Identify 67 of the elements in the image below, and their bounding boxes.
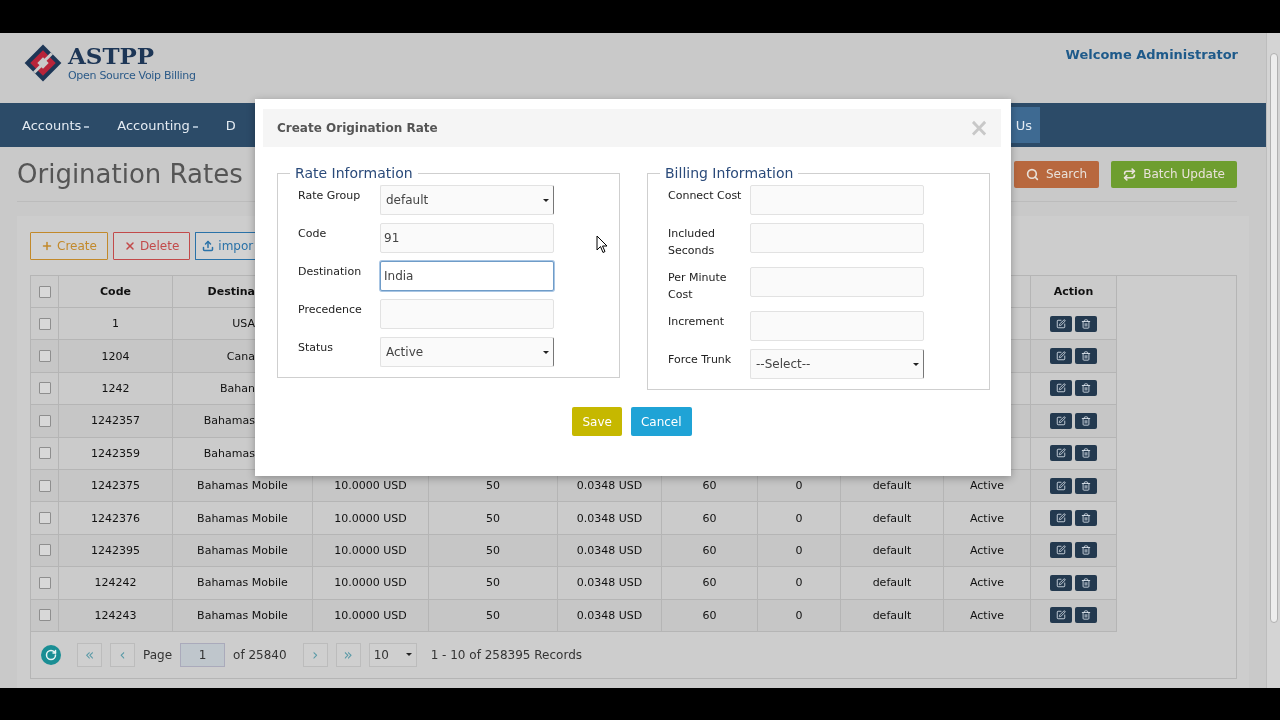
field-label: Per Minute Cost	[668, 270, 728, 303]
field-label: Connect Cost	[668, 188, 743, 204]
field-label: Rate Group	[298, 188, 362, 204]
table-cell: 0	[758, 502, 841, 535]
table-cell: 10.0000 USD	[313, 502, 429, 535]
table-cell: Bahamas Mobile	[173, 502, 313, 535]
section-legend: Rate Information	[290, 165, 418, 181]
last-page-button[interactable]: »	[335, 642, 361, 667]
input-field[interactable]: 91	[380, 223, 554, 253]
create-button[interactable]: Create	[30, 232, 108, 260]
field-label: Increment	[668, 314, 726, 330]
records-summary: 1 - 10 of 258395 Records	[430, 647, 583, 662]
table-cell: Bahamas Mobile	[173, 567, 313, 600]
table-cell: 60	[662, 599, 758, 632]
table-cell: 0.0348 USD	[558, 599, 662, 632]
table-cell: 1204	[59, 340, 173, 373]
table-cell: 50	[429, 599, 558, 632]
table-cell: default	[841, 502, 944, 535]
delete-button[interactable]: Delete	[112, 232, 191, 260]
table-cell: default	[841, 567, 944, 600]
table-cell: 1242357	[59, 405, 173, 438]
select-field[interactable]: Active	[380, 337, 554, 367]
table-cell: Active	[944, 502, 1031, 535]
first-page-button[interactable]: «	[77, 642, 102, 667]
table-cell: 50	[429, 502, 558, 535]
page-count: of 25840	[233, 647, 287, 662]
table-cell: 60	[662, 502, 758, 535]
field-label: Force Trunk	[668, 352, 733, 368]
select-field[interactable]: default	[380, 185, 554, 215]
table-cell: 124243	[59, 599, 173, 632]
table-cell: 1242359	[59, 437, 173, 470]
table-cell: 0	[758, 567, 841, 600]
batch-update-button[interactable]: Batch Update	[1111, 160, 1237, 188]
table-cell: 0	[758, 599, 841, 632]
save-button[interactable]: Save	[572, 407, 622, 436]
table-cell: 50	[429, 567, 558, 600]
table-cell: 10.0000 USD	[313, 599, 429, 632]
logo-name: ASTPP	[68, 43, 156, 69]
field-label: Code	[298, 226, 328, 242]
page-label: Page	[143, 647, 173, 662]
table-cell: 60	[662, 567, 758, 600]
previous-page-button[interactable]: ‹	[110, 642, 135, 667]
table-cell: 0.0348 USD	[558, 567, 662, 600]
table-cell: 10.0000 USD	[313, 567, 429, 600]
nav-item[interactable]: D	[211, 103, 250, 147]
page-title: Origination Rates	[17, 159, 243, 189]
dialog-title: Create Origination Rate	[277, 121, 438, 135]
table-cell: Active	[944, 599, 1031, 632]
input-field[interactable]: India	[380, 261, 554, 291]
table-cell: 124242	[59, 567, 173, 600]
nav-item[interactable]: Accounting	[103, 103, 212, 147]
nav-item[interactable]: Accounts	[8, 103, 104, 147]
search-button[interactable]: Search	[1014, 160, 1100, 188]
logo-tagline: Open Source Voip Billing	[68, 69, 196, 82]
welcome-text: Welcome Administrator	[1065, 47, 1238, 62]
select-field[interactable]: --Select--	[750, 349, 924, 379]
table-cell: Bahamas Mobile	[173, 599, 313, 632]
table-cell: default	[841, 599, 944, 632]
cancel-button[interactable]: Cancel	[630, 407, 692, 436]
table-cell: Active	[944, 567, 1031, 600]
table-cell: 0.0348 USD	[558, 502, 662, 535]
page-size-select[interactable]: 10	[368, 642, 417, 667]
table-cell: 1242376	[59, 502, 173, 535]
section-legend: Billing Information	[660, 165, 799, 181]
page-input[interactable]: 1	[180, 642, 226, 667]
field-label: Included Seconds	[668, 226, 717, 259]
next-page-button[interactable]: ›	[302, 642, 328, 667]
